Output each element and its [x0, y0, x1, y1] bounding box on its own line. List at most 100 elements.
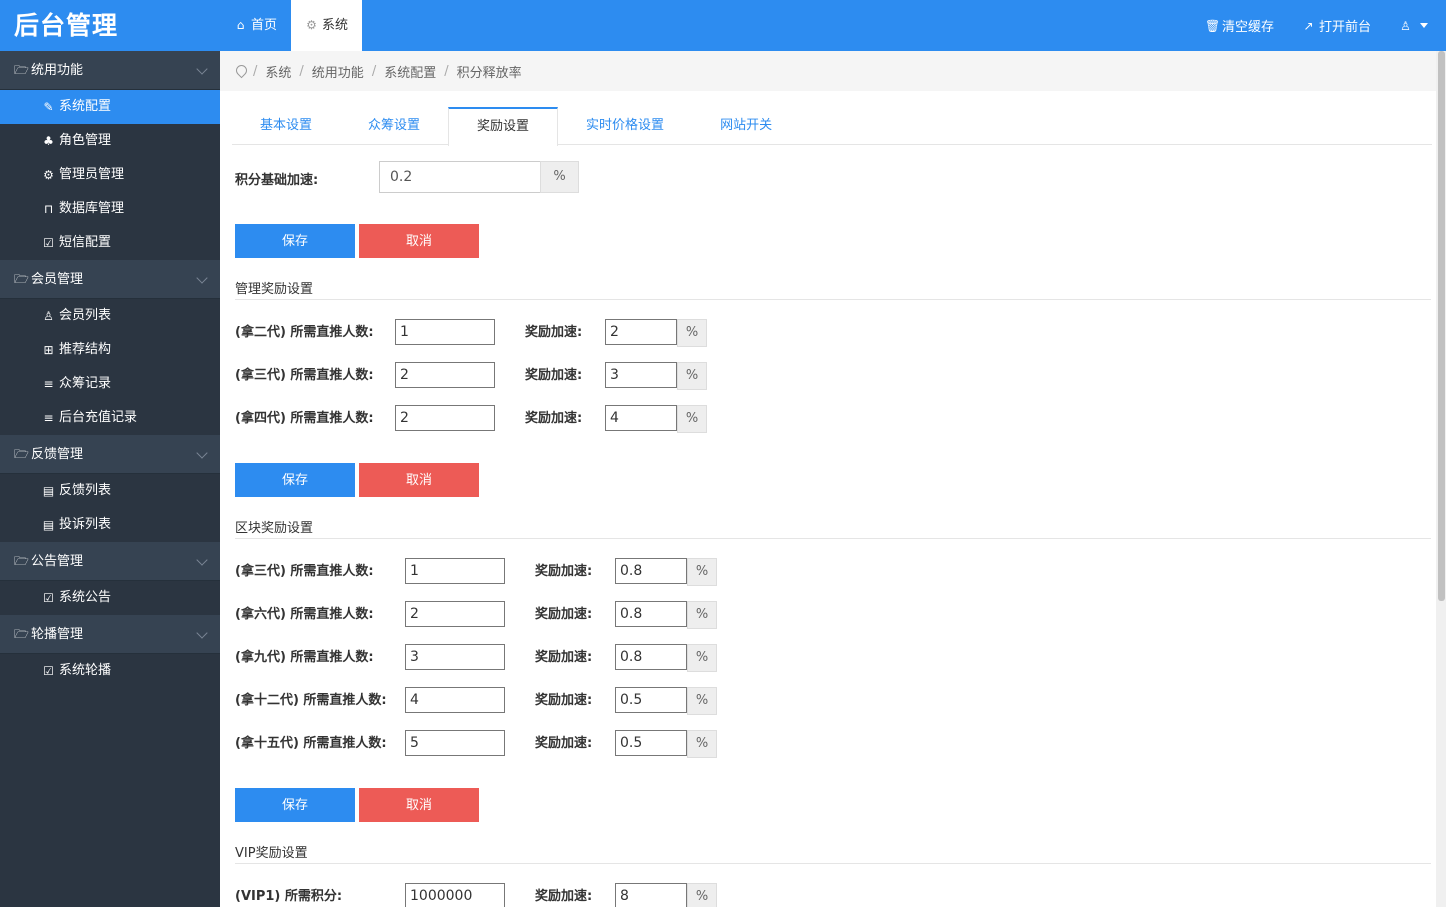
block-speed-input[interactable] — [615, 644, 687, 670]
scrollbar-thumb[interactable] — [1438, 51, 1445, 601]
sidebar-item-system-carousel[interactable]: ☑ 系统轮播 — [0, 654, 220, 688]
manage-row-label: (拿四代) 所需直推人数: — [235, 411, 374, 426]
list-icon: ≡ — [43, 377, 54, 391]
settings-tabs: 基本设置 众筹设置 奖励设置 实时价格设置 网站开关 — [232, 107, 1432, 146]
tab-basic[interactable]: 基本设置 — [232, 107, 340, 145]
manage-speed-input[interactable] — [605, 362, 677, 388]
manage-speed-input[interactable] — [605, 405, 677, 431]
cancel-button[interactable]: 取消 — [359, 788, 479, 822]
main-content: 基本设置 众筹设置 奖励设置 实时价格设置 网站开关 积分基础加速: % 保存 … — [220, 91, 1436, 907]
reward-speed-label: 奖励加速: — [525, 325, 583, 340]
wrench-icon: ✎ — [43, 100, 54, 114]
gear-icon: ⚙ — [306, 18, 317, 32]
sidebar-group-label: 轮播管理 — [31, 626, 84, 642]
trash-icon: 🗑 — [1204, 18, 1221, 33]
sidebar-item-roles[interactable]: ♣ 角色管理 — [0, 124, 220, 158]
sidebar-group-carousel[interactable]: 🗁 轮播管理 — [0, 615, 220, 654]
page-scrollbar[interactable] — [1436, 51, 1446, 907]
sidebar-item-crowdfund[interactable]: ≡ 众筹记录 — [0, 367, 220, 401]
tab-reward[interactable]: 奖励设置 — [448, 107, 559, 146]
block-speed-input[interactable] — [615, 558, 687, 584]
percent-addon: % — [687, 601, 717, 629]
block-speed-input[interactable] — [615, 687, 687, 713]
sidebar-item-admins[interactable]: ⚙ 管理员管理 — [0, 158, 220, 192]
top-tab-system[interactable]: ⚙ 系统 — [291, 0, 363, 51]
save-button[interactable]: 保存 — [235, 463, 355, 497]
block-speed-input[interactable] — [615, 730, 687, 756]
vip-points-input[interactable] — [405, 883, 505, 907]
clear-cache-button[interactable]: 🗑 清空缓存 — [1191, 16, 1288, 36]
save-button[interactable]: 保存 — [235, 224, 355, 258]
sidebar-group-notice[interactable]: 🗁 公告管理 — [0, 542, 220, 581]
external-link-icon: ↗ — [1303, 18, 1314, 33]
reward-speed-label: 奖励加速: — [535, 693, 593, 708]
block-row-label: (拿九代) 所需直推人数: — [235, 650, 374, 665]
percent-addon: % — [677, 319, 707, 347]
block-count-input[interactable] — [405, 730, 505, 756]
sidebar-item-label: 会员列表 — [59, 308, 112, 323]
base-speed-input[interactable] — [379, 161, 541, 193]
sidebar-item-label: 系统公告 — [59, 590, 112, 605]
breadcrumb-item[interactable]: 系统配置 — [384, 62, 436, 81]
sidebar-item-feedback-list[interactable]: ▤ 反馈列表 — [0, 474, 220, 508]
top-bar: 后台管理 ⌂ 首页 ⚙ 系统 🗑 清空缓存 ↗ 打开前台 ♙ — [0, 0, 1446, 51]
block-row-label: (拿三代) 所需直推人数: — [235, 564, 374, 579]
percent-addon: % — [687, 558, 717, 586]
tab-realtime-price[interactable]: 实时价格设置 — [558, 107, 692, 145]
cancel-button[interactable]: 取消 — [359, 224, 479, 258]
sidebar-item-complaint-list[interactable]: ▤ 投诉列表 — [0, 508, 220, 542]
cancel-button[interactable]: 取消 — [359, 463, 479, 497]
sidebar-item-sms[interactable]: ☑ 短信配置 — [0, 226, 220, 260]
open-front-button[interactable]: ↗ 打开前台 — [1288, 16, 1385, 36]
manage-count-input[interactable] — [395, 362, 495, 388]
lock-icon: ⊓ — [43, 202, 54, 216]
manage-count-input[interactable] — [395, 319, 495, 345]
folder-open-icon: 🗁 — [14, 62, 29, 77]
sidebar-item-label: 系统轮播 — [59, 663, 112, 678]
edit-icon: ☑ — [43, 664, 54, 678]
sidebar-group-feedback[interactable]: 🗁 反馈管理 — [0, 435, 220, 474]
vip-speed-input[interactable] — [615, 883, 687, 907]
block-count-input[interactable] — [405, 644, 505, 670]
block-row-label: (拿十五代) 所需直推人数: — [235, 736, 387, 751]
manage-count-input[interactable] — [395, 405, 495, 431]
sidebar: 🗁 统用功能 ✎ 系统配置 ♣ 角色管理 ⚙ 管理员管理 ⊓ 数据库管理 ☑ 短… — [0, 51, 220, 907]
sidebar-item-system-notice[interactable]: ☑ 系统公告 — [0, 581, 220, 615]
sidebar-item-referral[interactable]: ⊞ 推荐结构 — [0, 333, 220, 367]
open-front-label: 打开前台 — [1318, 20, 1371, 35]
sidebar-item-label: 推荐结构 — [59, 342, 112, 357]
reward-speed-label: 奖励加速: — [535, 650, 593, 665]
breadcrumb-separator: / — [444, 63, 449, 79]
chevron-down-icon — [196, 272, 208, 284]
reward-speed-label: 奖励加速: — [535, 607, 593, 622]
block-speed-input[interactable] — [615, 601, 687, 627]
breadcrumb-separator: / — [299, 63, 304, 79]
top-tabs: ⌂ 首页 ⚙ 系统 — [220, 0, 363, 51]
percent-addon: % — [540, 161, 579, 193]
tab-crowdfund[interactable]: 众筹设置 — [340, 107, 448, 145]
sidebar-item-label: 角色管理 — [59, 133, 112, 148]
sidebar-item-recharge[interactable]: ≡ 后台充值记录 — [0, 401, 220, 435]
sidebar-item-system-config[interactable]: ✎ 系统配置 — [0, 90, 220, 124]
clear-cache-label: 清空缓存 — [1221, 20, 1274, 35]
sidebar-group-common[interactable]: 🗁 统用功能 — [0, 51, 220, 90]
edit-icon: ☑ — [43, 236, 54, 250]
block-count-input[interactable] — [405, 601, 505, 627]
breadcrumb-item[interactable]: 系统 — [265, 62, 291, 81]
breadcrumb-item[interactable]: 统用功能 — [312, 62, 364, 81]
sidebar-item-label: 众筹记录 — [59, 376, 112, 391]
top-tab-home[interactable]: ⌂ 首页 — [220, 0, 291, 51]
percent-addon: % — [687, 687, 717, 715]
location-pin-icon — [236, 65, 245, 77]
manage-speed-input[interactable] — [605, 319, 677, 345]
percent-addon: % — [687, 644, 717, 672]
folder-open-icon: 🗁 — [14, 446, 29, 461]
sidebar-item-database[interactable]: ⊓ 数据库管理 — [0, 192, 220, 226]
user-menu-button[interactable]: ♙ — [1385, 19, 1446, 33]
sidebar-item-member-list[interactable]: ♙ 会员列表 — [0, 299, 220, 333]
block-count-input[interactable] — [405, 558, 505, 584]
block-count-input[interactable] — [405, 687, 505, 713]
tab-site-switch[interactable]: 网站开关 — [692, 107, 800, 145]
sidebar-group-members[interactable]: 🗁 会员管理 — [0, 260, 220, 299]
save-button[interactable]: 保存 — [235, 788, 355, 822]
